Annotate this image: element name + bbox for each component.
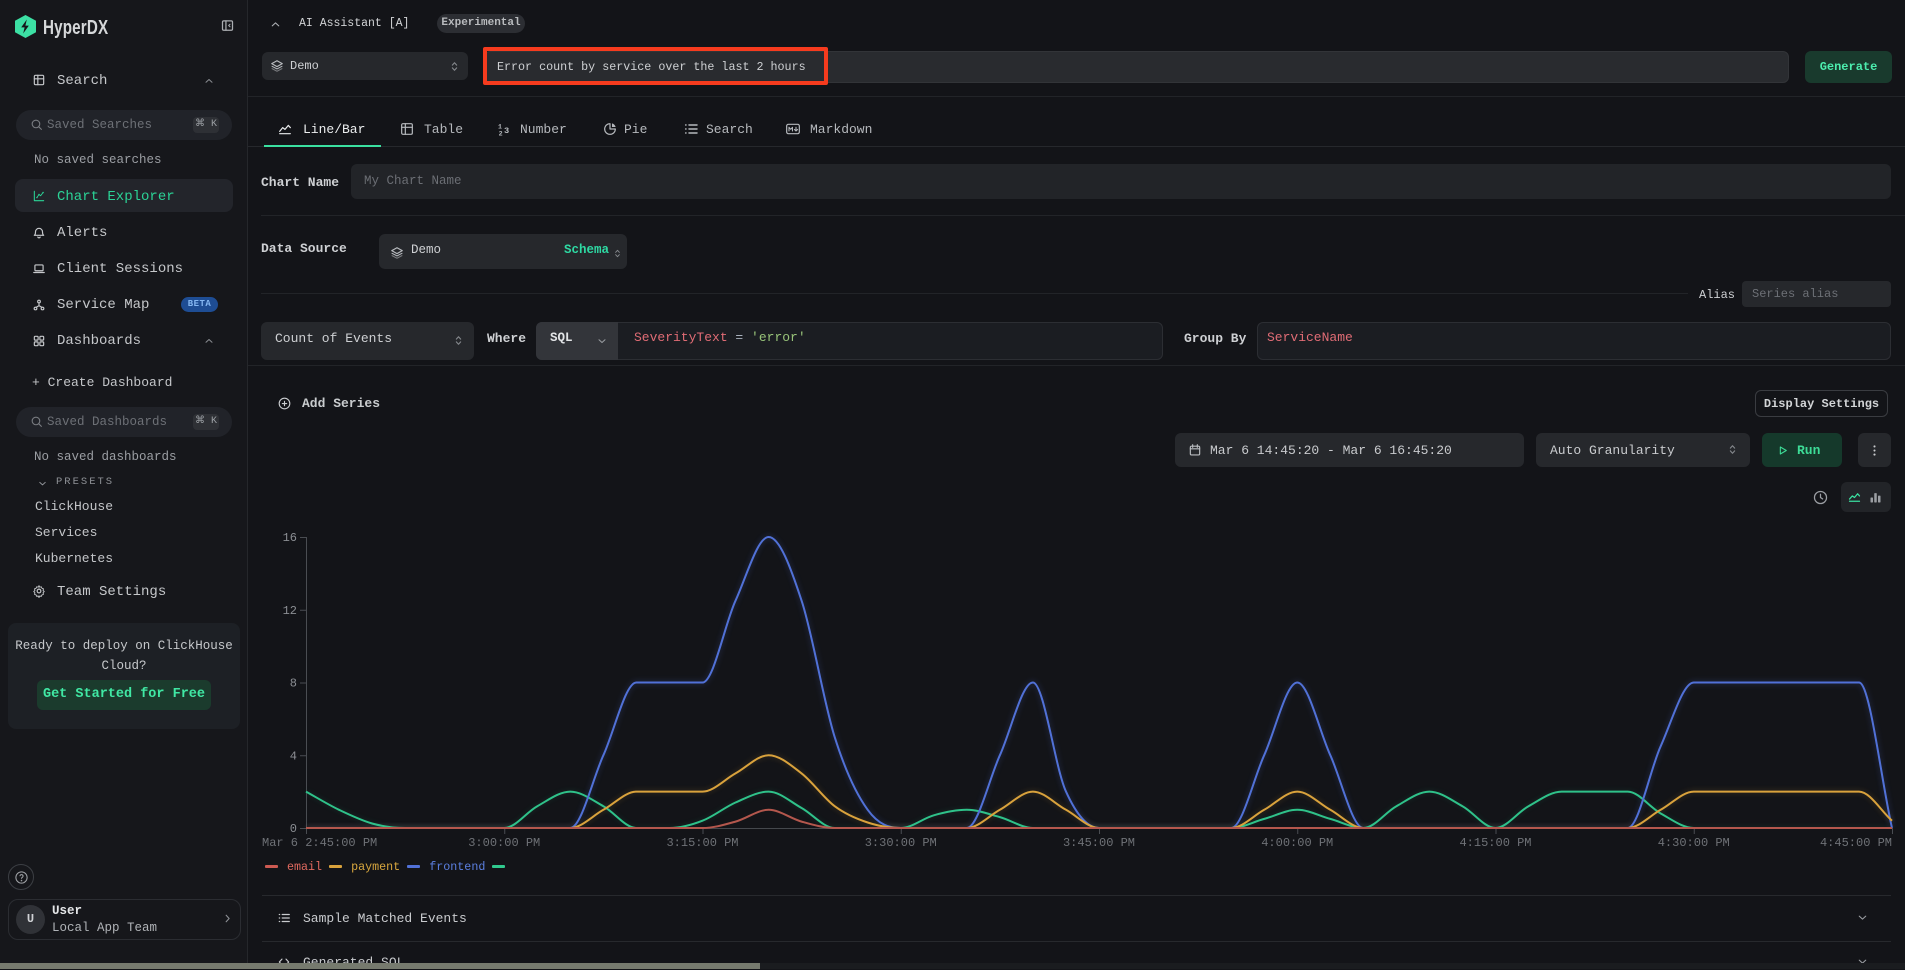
svg-text:Mar 6 2:45:00 PM: Mar 6 2:45:00 PM xyxy=(262,836,377,850)
svg-text:2: 2 xyxy=(499,130,503,137)
svg-text:4: 4 xyxy=(290,749,297,763)
svg-text:4:00:00 PM: 4:00:00 PM xyxy=(1261,836,1333,850)
svg-text:3:30:00 PM: 3:30:00 PM xyxy=(865,836,937,850)
svg-text:3: 3 xyxy=(504,126,509,136)
svg-text:4:30:00 PM: 4:30:00 PM xyxy=(1658,836,1730,850)
svg-text:3:45:00 PM: 3:45:00 PM xyxy=(1063,836,1135,850)
svg-text:3:00:00 PM: 3:00:00 PM xyxy=(468,836,540,850)
svg-text:16: 16 xyxy=(283,531,297,545)
svg-text:8: 8 xyxy=(290,677,297,691)
svg-text:0: 0 xyxy=(290,822,297,836)
svg-text:4:15:00 PM: 4:15:00 PM xyxy=(1459,836,1531,850)
svg-text:3:15:00 PM: 3:15:00 PM xyxy=(666,836,738,850)
svg-text:4:45:00 PM: 4:45:00 PM xyxy=(1820,836,1892,850)
svg-text:12: 12 xyxy=(283,604,297,618)
